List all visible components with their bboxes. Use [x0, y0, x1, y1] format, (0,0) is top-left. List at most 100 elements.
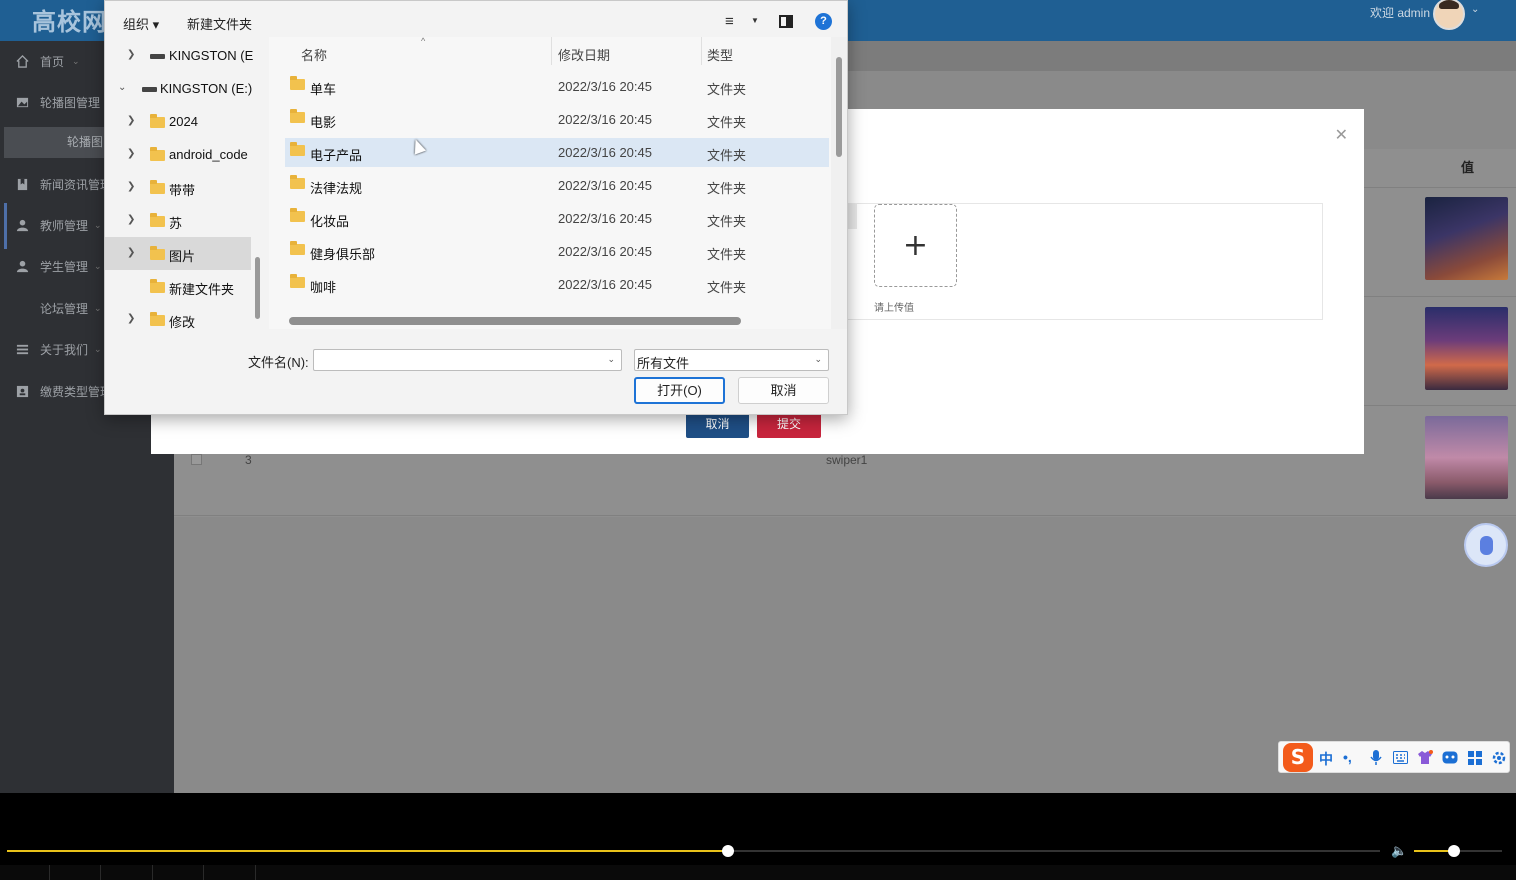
file-date: 2022/3/16 20:45: [558, 112, 652, 127]
microphone-icon[interactable]: [1370, 750, 1382, 766]
emoji-icon[interactable]: [1442, 751, 1458, 764]
sogou-logo-icon[interactable]: S: [1283, 743, 1313, 772]
tree-item[interactable]: ❯ 带带: [105, 171, 251, 204]
player-footer: [0, 865, 1516, 880]
view-menu-icon[interactable]: ≡: [725, 13, 734, 30]
file-row[interactable]: 电影 2022/3/16 20:45 文件夹: [285, 105, 829, 134]
sidebar-item-label: 关于我们: [40, 342, 89, 357]
carousel-thumbnail[interactable]: [1425, 197, 1508, 280]
volume-icon[interactable]: 🔈: [1391, 843, 1407, 859]
column-divider[interactable]: [701, 37, 702, 65]
keyboard-icon[interactable]: [1393, 751, 1408, 764]
file-type: 文件夹: [707, 148, 747, 163]
file-row[interactable]: 健身俱乐部 2022/3/16 20:45 文件夹: [285, 237, 829, 266]
new-folder-button[interactable]: 新建文件夹: [187, 14, 252, 33]
sidebar-item-label: 轮播图管理: [40, 95, 101, 110]
column-header-type[interactable]: 类型: [707, 45, 733, 64]
row-checkbox[interactable]: [191, 454, 202, 465]
file-row[interactable]: 咖啡 2022/3/16 20:45 文件夹: [285, 270, 829, 299]
file-date: 2022/3/16 20:45: [558, 277, 652, 292]
chevron-right-icon[interactable]: ❯: [127, 115, 135, 126]
chevron-right-icon[interactable]: ❯: [127, 49, 135, 60]
tree-item[interactable]: ❯ KINGSTON (E: [105, 39, 253, 72]
folder-icon: [290, 142, 305, 156]
sidebar-item-label: 缴费类型管理: [40, 384, 113, 399]
folder-icon: [290, 208, 305, 222]
ime-mode-toggle[interactable]: 中: [1319, 749, 1333, 769]
sidebar-item-label: 学生管理: [40, 259, 89, 274]
file-name: 健身俱乐部: [310, 247, 376, 262]
tree-scrollbar[interactable]: [255, 257, 260, 319]
tree-item[interactable]: ❯ 苏: [105, 204, 251, 237]
file-list-scrollbar[interactable]: [836, 57, 842, 157]
floating-helper-button[interactable]: [1464, 523, 1508, 567]
chevron-down-icon[interactable]: ⌄: [118, 82, 126, 93]
upload-button[interactable]: +: [874, 204, 957, 287]
preview-pane-icon[interactable]: [779, 15, 793, 28]
id-card-icon: [16, 385, 29, 397]
tree-item[interactable]: ❯ 修改: [105, 303, 251, 329]
tree-item[interactable]: ❯ 2024: [105, 105, 251, 138]
chevron-right-icon[interactable]: ❯: [127, 148, 135, 159]
modal-submit-button[interactable]: 提交: [757, 411, 821, 438]
user-icon: [16, 260, 29, 272]
file-list-horizontal-scrollbar[interactable]: [289, 317, 741, 325]
help-icon[interactable]: ?: [815, 13, 832, 30]
filetype-select[interactable]: 所有文件 ⌄: [634, 349, 829, 371]
carousel-thumbnail[interactable]: [1425, 307, 1508, 390]
close-icon[interactable]: ✕: [1335, 125, 1348, 145]
file-row[interactable]: 化妆品 2022/3/16 20:45 文件夹: [285, 204, 829, 233]
file-type: 文件夹: [707, 247, 747, 262]
volume-handle[interactable]: [1447, 845, 1460, 857]
tree-item-label: 修改: [169, 315, 196, 329]
bookmark-icon: [17, 178, 28, 190]
chevron-down-icon[interactable]: ▼: [751, 16, 759, 25]
skin-icon[interactable]: [1417, 750, 1433, 765]
file-date: 2022/3/16 20:45: [558, 211, 652, 226]
sidebar-item-label: 教师管理: [40, 218, 89, 233]
chevron-right-icon[interactable]: ❯: [127, 247, 135, 258]
ime-toolbar: S 中 •,: [1278, 741, 1510, 773]
column-header-name[interactable]: 名称: [301, 45, 327, 64]
folder-icon: [150, 147, 165, 161]
file-list: ^ 名称 修改日期 类型 单车 2022/3/16 20:45 文件夹 电影 2…: [269, 36, 831, 329]
file-row-hovered[interactable]: 电子产品 2022/3/16 20:45 文件夹: [285, 138, 829, 167]
filename-input[interactable]: ⌄: [313, 349, 622, 371]
tree-item[interactable]: ⌄ KINGSTON (E:): [105, 72, 253, 105]
file-row[interactable]: 法律法规 2022/3/16 20:45 文件夹: [285, 171, 829, 200]
folder-icon: [150, 114, 165, 128]
modal-cancel-button[interactable]: 取消: [686, 411, 749, 438]
column-header-date[interactable]: 修改日期: [558, 45, 610, 64]
seek-handle[interactable]: [721, 845, 734, 857]
tree-item[interactable]: 新建文件夹: [105, 270, 251, 303]
welcome-text: 欢迎 admin: [1370, 6, 1431, 20]
chevron-down-icon[interactable]: ⌄: [814, 354, 822, 365]
file-name: 咖啡: [310, 280, 337, 295]
chevron-right-icon[interactable]: ❯: [127, 313, 135, 324]
chevron-down-icon[interactable]: ⌄: [607, 354, 615, 365]
settings-icon[interactable]: [1491, 750, 1507, 766]
footer-divider: [203, 865, 204, 880]
ime-punctuation-toggle[interactable]: •,: [1343, 749, 1352, 765]
chevron-right-icon[interactable]: ❯: [127, 214, 135, 225]
upload-tip: 请上传值: [874, 303, 914, 314]
footer-divider: [152, 865, 153, 880]
folder-icon: [290, 109, 305, 123]
folder-icon: [150, 213, 165, 227]
carousel-thumbnail[interactable]: [1425, 416, 1508, 499]
tree-item-selected[interactable]: ❯ 图片: [105, 237, 251, 270]
tree-item[interactable]: ❯ android_code: [105, 138, 251, 171]
tree-item-label: KINGSTON (E:): [160, 81, 253, 96]
list-icon: [16, 344, 29, 354]
file-name: 单车: [310, 82, 337, 97]
open-button[interactable]: 打开(O): [634, 377, 725, 404]
avatar[interactable]: [1433, 0, 1465, 30]
column-divider[interactable]: [551, 37, 552, 65]
cancel-button[interactable]: 取消: [738, 377, 829, 404]
chevron-down-icon[interactable]: ⌄: [1471, 4, 1479, 15]
file-row[interactable]: 单车 2022/3/16 20:45 文件夹: [285, 72, 829, 101]
organize-menu[interactable]: 组织 ▾: [123, 14, 159, 33]
chevron-right-icon[interactable]: ❯: [127, 181, 135, 192]
toolbox-icon[interactable]: [1468, 751, 1482, 765]
file-type: 文件夹: [707, 214, 747, 229]
